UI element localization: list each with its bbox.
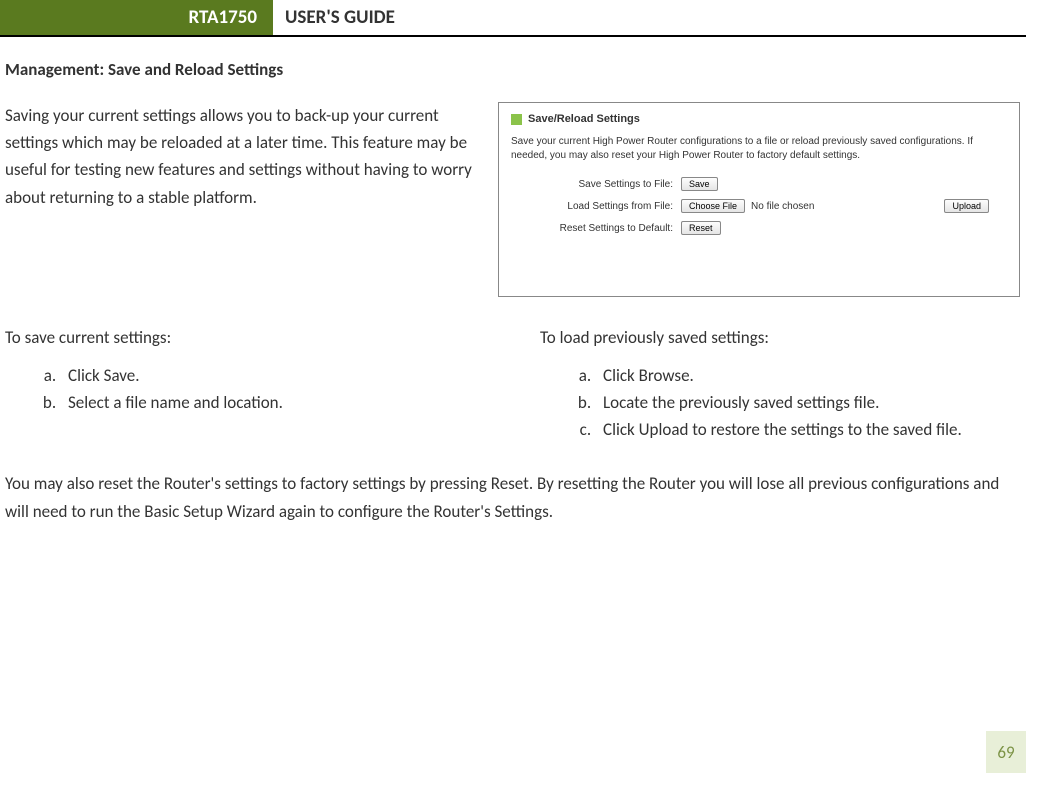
save-heading: To save current settings: (5, 327, 500, 348)
list-item: Locate the previously saved settings fil… (595, 389, 1040, 416)
save-label: Save Settings to File: (511, 179, 681, 190)
save-row: Save Settings to File: Save (511, 177, 1007, 191)
screenshot-header: Save/Reload Settings (511, 113, 1007, 125)
instructions-columns: To save current settings: Click Save. Se… (5, 327, 1026, 444)
file-chosen-text: No file chosen (751, 201, 814, 212)
save-steps: Click Save. Select a file name and locat… (5, 362, 500, 416)
list-item: Click Upload to restore the settings to … (595, 416, 1040, 443)
load-steps: Click Browse. Locate the previously save… (540, 362, 1040, 444)
header-model: RTA1750 (0, 0, 273, 35)
save-column: To save current settings: Click Save. Se… (5, 327, 500, 444)
list-item: Select a file name and location. (60, 389, 500, 416)
screenshot-description: Save your current High Power Router conf… (511, 135, 1007, 163)
intro-paragraph: Saving your current settings allows you … (5, 102, 480, 297)
reset-button[interactable]: Reset (681, 221, 721, 235)
load-row: Load Settings from File: Choose File No … (511, 199, 1007, 213)
top-row: Saving your current settings allows you … (5, 102, 1026, 297)
load-column: To load previously saved settings: Click… (540, 327, 1040, 444)
page-content: Management: Save and Reload Settings Sav… (0, 37, 1041, 527)
square-icon (511, 114, 522, 125)
save-button[interactable]: Save (681, 177, 718, 191)
reset-label: Reset Settings to Default: (511, 223, 681, 234)
section-title: Management: Save and Reload Settings (5, 59, 1026, 80)
load-heading: To load previously saved settings: (540, 327, 1040, 348)
page-number: 69 (986, 731, 1026, 773)
page-header: RTA1750 USER'S GUIDE (0, 0, 1026, 37)
screenshot-title: Save/Reload Settings (528, 113, 640, 125)
reset-row: Reset Settings to Default: Reset (511, 221, 1007, 235)
load-label: Load Settings from File: (511, 201, 681, 212)
list-item: Click Browse. (595, 362, 1040, 389)
settings-screenshot: Save/Reload Settings Save your current H… (498, 102, 1020, 297)
list-item: Click Save. (60, 362, 500, 389)
footer-paragraph: You may also reset the Router's settings… (5, 470, 1026, 528)
header-title: USER'S GUIDE (273, 0, 407, 35)
choose-file-button[interactable]: Choose File (681, 199, 745, 213)
upload-button[interactable]: Upload (944, 199, 989, 213)
